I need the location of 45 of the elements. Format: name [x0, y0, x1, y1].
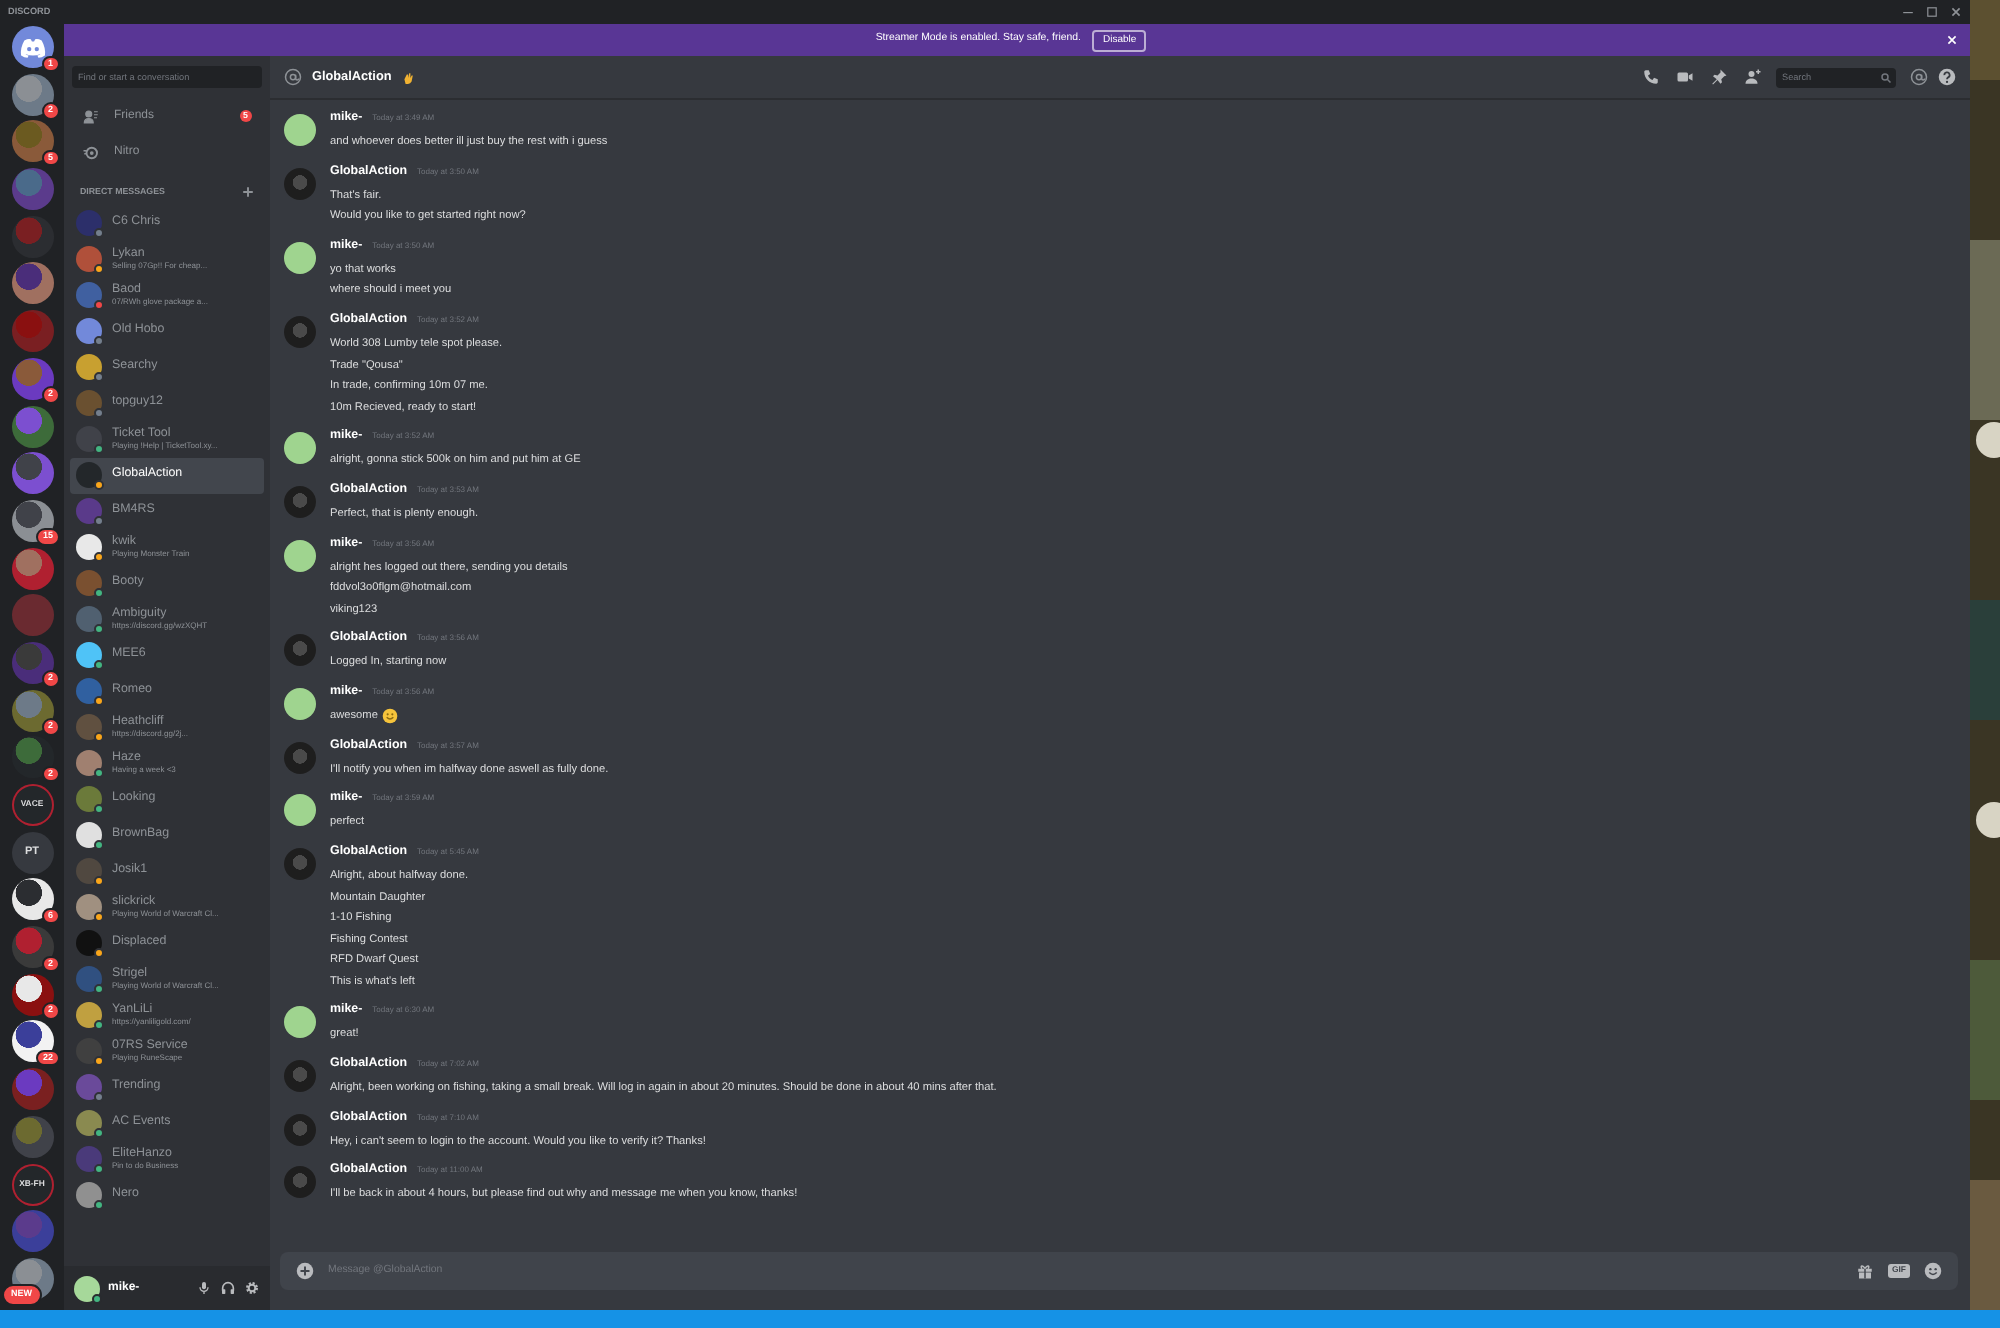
discord-logo-icon	[19, 37, 45, 57]
server-icon[interactable]	[11, 168, 53, 211]
avatar	[284, 1113, 316, 1146]
avatar	[284, 539, 316, 572]
avatar	[284, 1059, 316, 1092]
gift-icon[interactable]	[1856, 1262, 1875, 1280]
avatar	[284, 794, 316, 827]
plus-icon[interactable]	[242, 186, 254, 198]
maximize-icon[interactable]	[1926, 6, 1938, 18]
phone-icon[interactable]	[1642, 68, 1660, 86]
nitro-icon	[82, 143, 100, 161]
server-icon[interactable]	[11, 1068, 53, 1111]
pin-icon[interactable]	[1710, 68, 1728, 86]
at-sign-icon[interactable]	[1910, 68, 1928, 86]
close-icon[interactable]	[1950, 6, 1962, 18]
server-icon[interactable]	[11, 262, 53, 305]
microphone-icon[interactable]	[196, 1280, 212, 1296]
avatar	[284, 634, 316, 667]
server-icon[interactable]	[11, 547, 53, 590]
avatar	[284, 485, 316, 518]
settings-icon[interactable]	[244, 1280, 260, 1296]
minimize-icon[interactable]	[1902, 6, 1914, 18]
emoji-icon[interactable]	[1924, 1262, 1942, 1280]
video-camera-icon[interactable]	[1676, 68, 1694, 86]
hand-icon	[401, 71, 414, 83]
status-dot	[92, 1293, 102, 1303]
server-icon[interactable]	[11, 405, 53, 447]
avatar	[284, 241, 316, 274]
avatar	[284, 1006, 316, 1039]
avatar	[284, 1166, 316, 1199]
mention-icon	[284, 68, 302, 86]
server-icon[interactable]	[11, 452, 53, 495]
add-user-icon[interactable]	[1744, 68, 1762, 86]
avatar	[284, 688, 316, 720]
avatar	[284, 316, 316, 349]
help-icon[interactable]	[1938, 68, 1956, 86]
avatar	[284, 741, 316, 774]
add-icon[interactable]	[296, 1262, 314, 1280]
avatar	[284, 114, 316, 146]
headphones-icon[interactable]	[220, 1280, 236, 1296]
friends-icon	[82, 107, 100, 125]
avatar	[284, 167, 316, 200]
avatar	[284, 432, 316, 465]
server-icon[interactable]	[11, 1115, 53, 1158]
avatar	[284, 848, 316, 881]
